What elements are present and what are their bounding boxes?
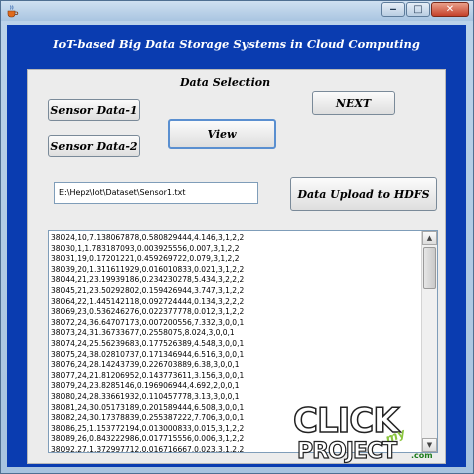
data-line: 38075,24,38.02810737,0.171346944,6.516,3… [51, 349, 245, 359]
minimize-button[interactable]: ‒ [381, 2, 405, 17]
watermark-com: .com [411, 451, 433, 460]
data-line: 38076,24,28.14243739,0.226703889,6.38,3,… [51, 360, 240, 370]
data-line: 38074,24,25.56239683,0.177526389,4.548,3… [51, 338, 245, 348]
watermark-click: CLICK [292, 400, 400, 442]
file-path-field[interactable]: E:\Hepz\Iot\Dataset\Sensor1.txt [54, 182, 258, 204]
data-line: 38069,23,0.536246276,0.022377778,0.012,3… [51, 307, 245, 317]
data-line: 38045,21,23.50292802,0.159426944,3.747,3… [51, 285, 245, 295]
upload-hdfs-button[interactable]: Data Upload to HDFS [290, 177, 437, 211]
window-controls: ‒ □ ✕ [381, 2, 469, 17]
maximize-button[interactable]: □ [406, 2, 430, 17]
data-line: 38064,22,1.445142118,0.092724444,0.134,3… [51, 296, 245, 306]
next-button[interactable]: NEXT [312, 91, 395, 115]
sensor-data-2-button[interactable]: Sensor Data-2 [48, 135, 140, 157]
watermark-logo: CLICK my PROJECT .com [292, 400, 453, 467]
scroll-up-icon[interactable]: ▲ [422, 231, 437, 245]
data-line: 38030,1,1.783187093,0.003925556,0.007,3,… [51, 243, 240, 253]
app-title: IoT-based Big Data Storage Systems in Cl… [53, 37, 420, 51]
view-button[interactable]: View [168, 119, 276, 149]
data-line: 38079,24,23.8285146,0.196906944,4.692,2,… [51, 381, 240, 391]
scroll-thumb[interactable] [423, 247, 436, 289]
data-line: 38077,24,21.81206952,0.143773611,3.156,3… [51, 370, 245, 380]
data-line: 38031,19,0.17201221,0.459269722,0.079,3,… [51, 254, 240, 264]
data-line: 38073,24,31.36733677,0.2558075,8.024,3,0… [51, 328, 235, 338]
app-window: ‒ □ ✕ IoT-based Big Data Storage Systems… [0, 0, 474, 474]
sensor-data-1-button[interactable]: Sensor Data-1 [48, 99, 140, 121]
close-button[interactable]: ✕ [431, 2, 469, 17]
section-label: Data Selection [180, 76, 271, 89]
watermark-project: PROJECT [296, 438, 397, 464]
data-line: 38072,24,36.64707173,0.007200556,7.332,3… [51, 317, 245, 327]
data-line: 38044,21,23.19939186,0.234230278,5.434,3… [51, 275, 245, 285]
data-line: 38039,20,1.311611929,0.016010833,0.021,3… [51, 264, 245, 274]
java-cup-icon [7, 5, 19, 18]
title-bar[interactable]: ‒ □ ✕ [1, 1, 473, 21]
data-line: 38024,10,7.138067878,0.580829444,4.146,3… [51, 233, 245, 242]
